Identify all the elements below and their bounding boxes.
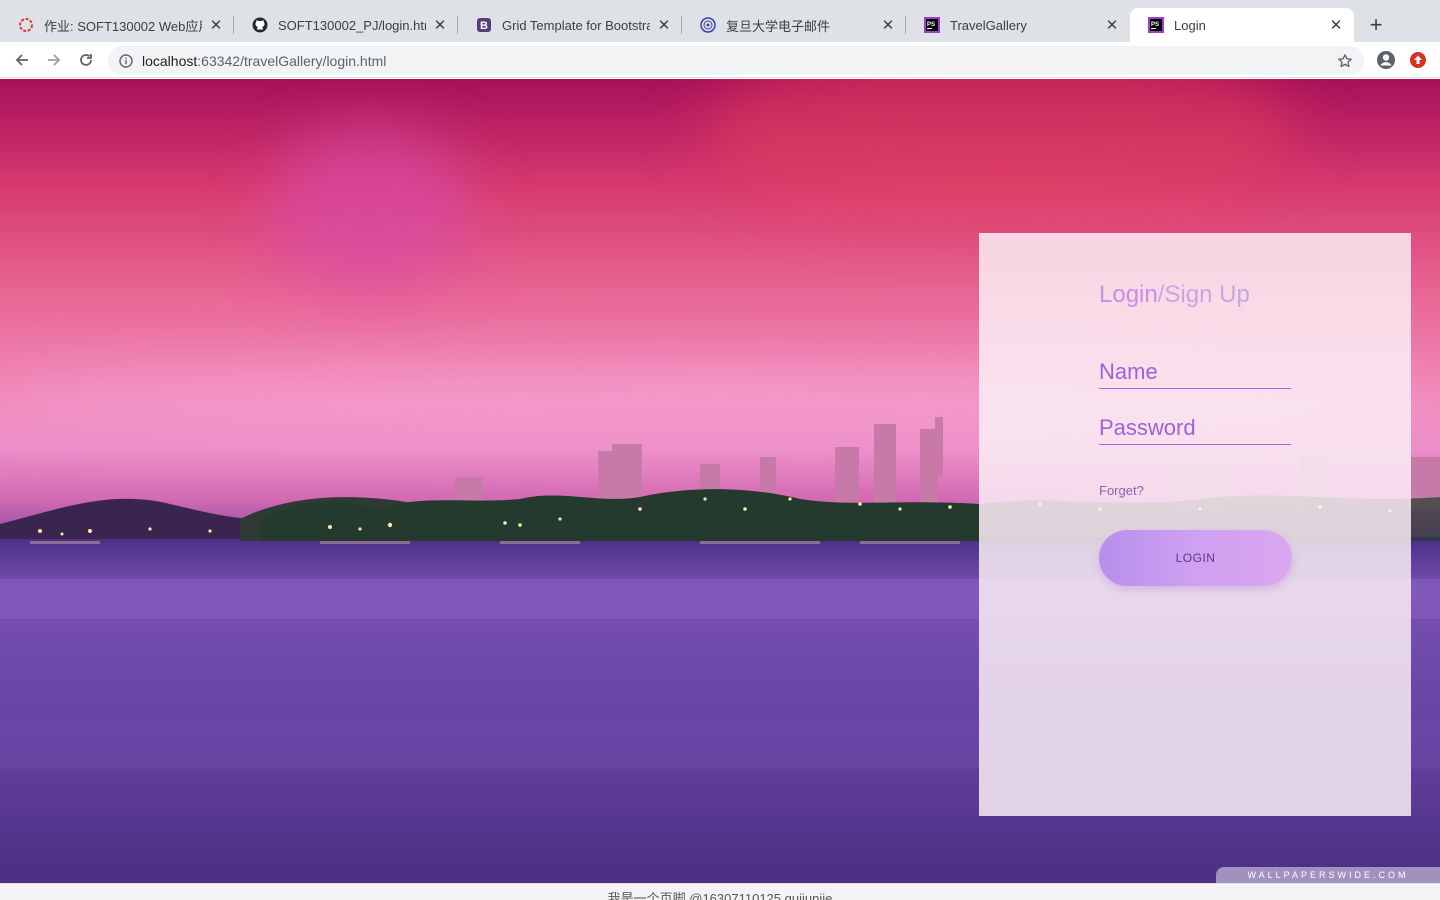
phpstorm-icon: PS: [1148, 17, 1164, 33]
wallpaper-watermark: WALLPAPERSWIDE.COM: [1216, 867, 1440, 883]
phpstorm-icon: PS: [924, 17, 940, 33]
browser-tab-title: 作业: SOFT130002 Web应用: [44, 18, 202, 34]
browser-tab-2[interactable]: SOFT130002_PJ/login.html ✕: [234, 8, 458, 42]
url-text: localhost:63342/travelGallery/login.html: [142, 53, 386, 69]
browser-tab-title: TravelGallery: [950, 17, 1027, 33]
extension-update-icon[interactable]: [1406, 48, 1430, 72]
forgot-password-link[interactable]: Forget?: [1099, 483, 1144, 498]
password-field[interactable]: Password: [1099, 409, 1291, 445]
reload-button[interactable]: [74, 48, 98, 72]
url-host: localhost: [142, 52, 198, 69]
back-button[interactable]: [10, 48, 34, 72]
new-tab-button[interactable]: +: [1364, 12, 1388, 37]
svg-text:PS: PS: [1151, 22, 1159, 28]
arrow-right-icon: [48, 54, 61, 66]
footer-text: 我是一个页脚 @16307110125 guijunjie: [607, 891, 833, 900]
login-panel: Login/Sign Up Name Password Forget? LOGI…: [979, 233, 1411, 816]
reload-icon: [80, 54, 92, 66]
browser-tab-strip: 作业: SOFT130002 Web应用 ✕ SOFT130002_PJ/log…: [0, 0, 1440, 42]
name-field[interactable]: Name: [1099, 353, 1291, 389]
svg-text:B: B: [480, 20, 488, 32]
bookmark-star-icon[interactable]: [1336, 52, 1354, 70]
github-icon: [252, 17, 268, 33]
signup-tab[interactable]: Sign Up: [1164, 281, 1249, 308]
arrow-left-icon: [15, 54, 28, 66]
login-page: WALLPAPERSWIDE.COM Login/Sign Up Name Pa…: [0, 79, 1440, 883]
browser-tab-6-active[interactable]: PS Login ✕: [1130, 8, 1354, 42]
browser-tab-title: 复旦大学电子邮件: [726, 18, 831, 34]
close-tab-icon[interactable]: ✕: [880, 17, 896, 34]
forward-button[interactable]: [42, 48, 66, 72]
browser-tab-title: Grid Template for Bootstrap: [502, 17, 650, 33]
browser-toolbar: localhost:63342/travelGallery/login.html: [0, 42, 1440, 78]
bootstrap-icon: B: [476, 17, 492, 33]
close-tab-icon[interactable]: ✕: [656, 17, 672, 34]
login-tab[interactable]: Login: [1099, 281, 1158, 308]
profile-avatar-icon[interactable]: [1374, 48, 1398, 72]
browser-tab-5[interactable]: PS TravelGallery ✕: [906, 8, 1130, 42]
password-placeholder: Password: [1099, 415, 1196, 440]
login-button[interactable]: LOGIN: [1099, 530, 1292, 586]
browser-tab-4[interactable]: 复旦大学电子邮件 ✕: [682, 8, 906, 42]
browser-tab-title: Login: [1174, 17, 1206, 33]
close-tab-icon[interactable]: ✕: [208, 17, 224, 34]
close-tab-icon[interactable]: ✕: [1328, 17, 1344, 34]
browser-tab-1[interactable]: 作业: SOFT130002 Web应用 ✕: [0, 8, 234, 42]
fudan-seal-icon: [700, 17, 716, 33]
address-bar[interactable]: localhost:63342/travelGallery/login.html: [108, 46, 1364, 75]
name-placeholder: Name: [1099, 359, 1158, 384]
info-icon[interactable]: [118, 53, 134, 69]
close-tab-icon[interactable]: ✕: [432, 17, 448, 34]
browser-tab-title: SOFT130002_PJ/login.html: [278, 17, 426, 33]
svg-text:PS: PS: [927, 22, 935, 28]
page-footer: 我是一个页脚 @16307110125 guijunjie: [0, 883, 1440, 900]
red-ring-icon: [18, 17, 34, 33]
browser-tab-3[interactable]: B Grid Template for Bootstrap ✕: [458, 8, 682, 42]
url-path: :63342/travelGallery/login.html: [197, 52, 387, 69]
close-tab-icon[interactable]: ✕: [1104, 17, 1120, 34]
login-signup-title: Login/Sign Up: [1099, 281, 1250, 309]
